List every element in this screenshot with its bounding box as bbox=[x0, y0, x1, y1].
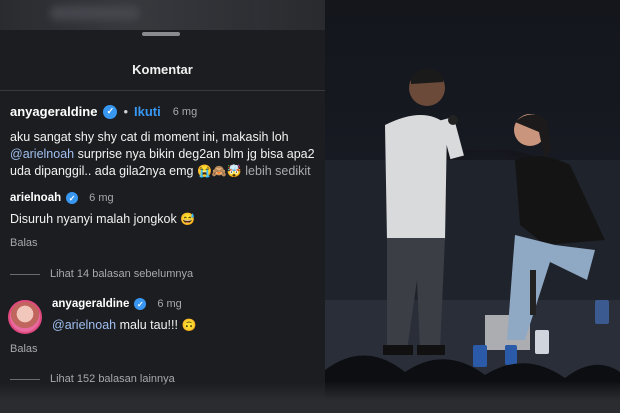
reply2-header: anyageraldine ✓ 6 mg bbox=[52, 298, 182, 310]
reply1-header: arielnoah ✓ 6 mg bbox=[10, 192, 114, 204]
drag-handle[interactable] bbox=[142, 32, 180, 36]
concert-photo bbox=[325, 0, 620, 413]
reply1-body: Disuruh nyanyi malah jongkok bbox=[10, 212, 177, 226]
page-title: Komentar bbox=[132, 62, 193, 77]
reply1-emoji: 😅 bbox=[180, 212, 196, 226]
reply1-reply-button[interactable]: Balas bbox=[10, 237, 38, 249]
verified-icon: ✓ bbox=[66, 192, 79, 204]
caption-line-3-text: uda dipanggil.. ada gila2nya emg bbox=[10, 164, 194, 178]
comments-panel: Komentar anyageraldine ✓ • Ikuti 6 mg ak… bbox=[0, 0, 325, 413]
follow-button[interactable]: Ikuti bbox=[134, 104, 161, 119]
caption-line-2: @arielnoah surprise nya bikin deg2an blm… bbox=[10, 146, 320, 163]
show-less-link[interactable]: lebih sedikit bbox=[245, 164, 310, 178]
thread-line bbox=[10, 378, 40, 380]
thread-line bbox=[10, 273, 40, 275]
verified-icon: ✓ bbox=[134, 298, 147, 310]
reply2-mention[interactable]: @arielnoah bbox=[52, 318, 116, 332]
caption-line-1: aku sangat shy shy cat di moment ini, ma… bbox=[10, 130, 289, 144]
reply2-reply-button[interactable]: Balas bbox=[10, 343, 38, 355]
caption-line-2-text: surprise nya bikin deg2an blm jg bisa ap… bbox=[74, 147, 315, 161]
post-username[interactable]: anyageraldine bbox=[10, 104, 97, 119]
mention-link[interactable]: @arielnoah bbox=[10, 147, 74, 161]
reply1-username[interactable]: arielnoah bbox=[10, 192, 61, 204]
blurred-header bbox=[0, 0, 325, 30]
reply2-body: malu tau!!! bbox=[116, 318, 178, 332]
reply1-time: 6 mg bbox=[89, 192, 114, 204]
performers-illustration bbox=[325, 68, 620, 413]
view-previous-replies[interactable]: Lihat 14 balasan sebelumnya bbox=[10, 268, 193, 280]
verified-icon: ✓ bbox=[103, 104, 118, 119]
bottom-fade bbox=[0, 382, 620, 413]
avatar[interactable] bbox=[8, 300, 42, 334]
reply2-emoji: 🙃 bbox=[181, 318, 197, 332]
view-previous-label: Lihat 14 balasan sebelumnya bbox=[50, 268, 194, 280]
reply2-text: @arielnoah malu tau!!! 🙃 bbox=[52, 318, 196, 332]
post-caption: aku sangat shy shy cat di moment ini, ma… bbox=[10, 129, 320, 180]
caption-emojis: 😭🙈🤯 bbox=[196, 164, 242, 178]
caption-line-3: uda dipanggil.. ada gila2nya emg 😭🙈🤯 leb… bbox=[10, 163, 320, 180]
reply2-time: 6 mg bbox=[157, 298, 182, 310]
reply2-username[interactable]: anyageraldine bbox=[52, 298, 129, 310]
post-time: 6 mg bbox=[172, 105, 198, 118]
separator-dot: • bbox=[123, 104, 128, 119]
divider bbox=[0, 90, 325, 91]
reply1-text: Disuruh nyanyi malah jongkok 😅 bbox=[10, 212, 195, 226]
post-header: anyageraldine ✓ • Ikuti 6 mg bbox=[10, 104, 197, 119]
